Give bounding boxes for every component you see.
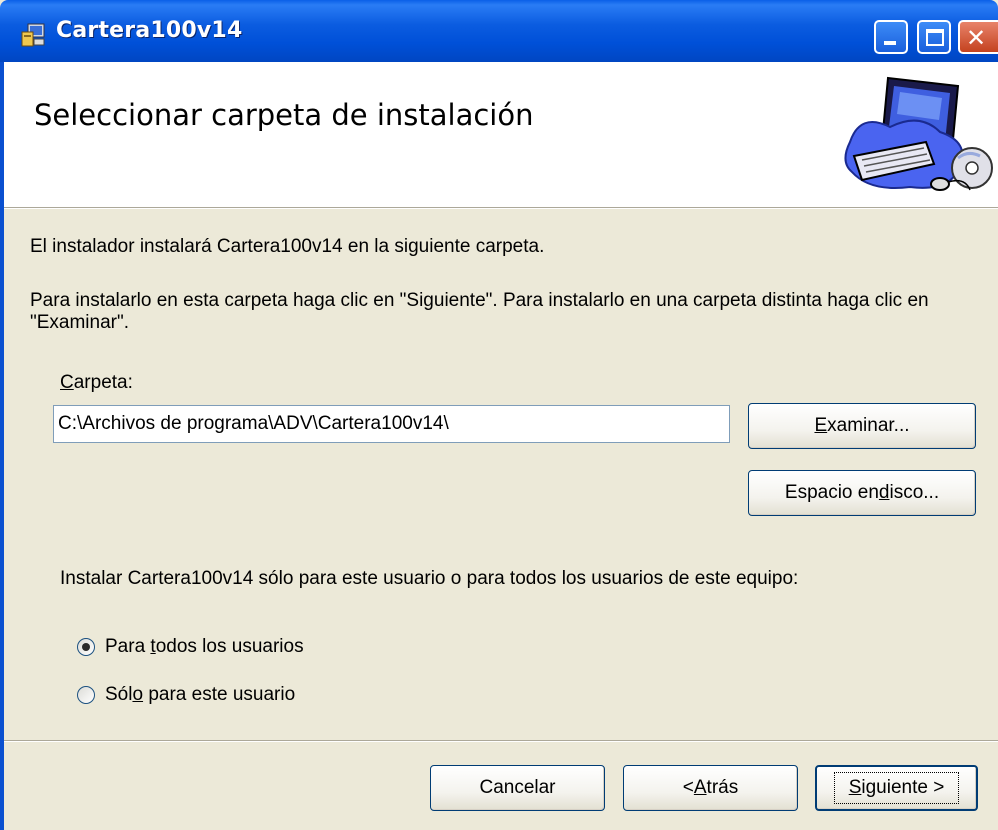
- computer-cd-illustration-icon: [844, 76, 993, 191]
- radio-all-users-label-post: odos los usuarios: [155, 636, 304, 657]
- radio-only-me-label-pre: Sól: [105, 684, 133, 705]
- minimize-icon: [884, 41, 896, 45]
- cancel-button[interactable]: Cancelar: [430, 765, 605, 811]
- browse-accelerator: E: [814, 415, 828, 436]
- radio-all-users-label[interactable]: Para todos los usuarios: [105, 636, 304, 658]
- radio-only-me[interactable]: Sólo para este usuario: [77, 684, 295, 706]
- next-button[interactable]: Siguiente >: [815, 765, 978, 811]
- browse-button[interactable]: Examinar...: [748, 403, 976, 449]
- window-title: Cartera100v14: [56, 18, 243, 43]
- intro-text: El instalador instalará Cartera100v14 en…: [30, 236, 545, 257]
- close-icon: ✕: [966, 24, 987, 52]
- folder-path-input[interactable]: [53, 405, 730, 443]
- next-accelerator: S: [848, 777, 862, 798]
- back-label-post: trás: [706, 777, 739, 798]
- back-label-pre: <: [682, 777, 694, 798]
- maximize-icon: [926, 29, 944, 46]
- close-button[interactable]: ✕: [958, 20, 998, 54]
- folder-label: Carpeta:: [60, 372, 133, 394]
- banner-divider: [4, 208, 998, 209]
- radio-only-me-accelerator: o: [132, 684, 144, 705]
- back-button[interactable]: < Atrás: [623, 765, 798, 811]
- browse-label: xaminar...: [827, 415, 910, 436]
- disk-space-label-post: isco...: [889, 482, 940, 503]
- radio-only-me-label[interactable]: Sólo para este usuario: [105, 684, 295, 706]
- installer-app-icon: [21, 23, 45, 47]
- page-title: Seleccionar carpeta de instalación: [34, 98, 534, 132]
- disk-space-accelerator: d: [878, 482, 890, 503]
- folder-label-accelerator: C: [60, 372, 74, 393]
- install-scope-question: Instalar Cartera100v14 sólo para este us…: [60, 568, 799, 589]
- title-bar[interactable]: Cartera100v14 ✕: [0, 0, 998, 62]
- next-label: iguiente >: [861, 777, 945, 798]
- radio-only-me-button[interactable]: [77, 686, 95, 704]
- disk-space-button[interactable]: Espacio en d isco...: [748, 470, 976, 516]
- next-focus-rect: Siguiente >: [833, 772, 960, 804]
- radio-all-users-button[interactable]: [77, 638, 95, 656]
- disk-space-label-pre: Espacio en: [784, 482, 879, 503]
- radio-all-users-label-pre: Para: [105, 636, 151, 657]
- maximize-button[interactable]: [917, 20, 951, 54]
- radio-all-users[interactable]: Para todos los usuarios: [77, 636, 304, 658]
- header-banner: Seleccionar carpeta de instalación: [4, 62, 998, 208]
- folder-label-text: arpeta:: [73, 372, 133, 393]
- back-accelerator: A: [693, 777, 707, 798]
- footer-divider-highlight: [4, 741, 998, 742]
- instructions-text: Para instalarlo en esta carpeta haga cli…: [30, 290, 929, 333]
- minimize-button[interactable]: [874, 20, 908, 54]
- radio-only-me-label-post: para este usuario: [143, 684, 296, 705]
